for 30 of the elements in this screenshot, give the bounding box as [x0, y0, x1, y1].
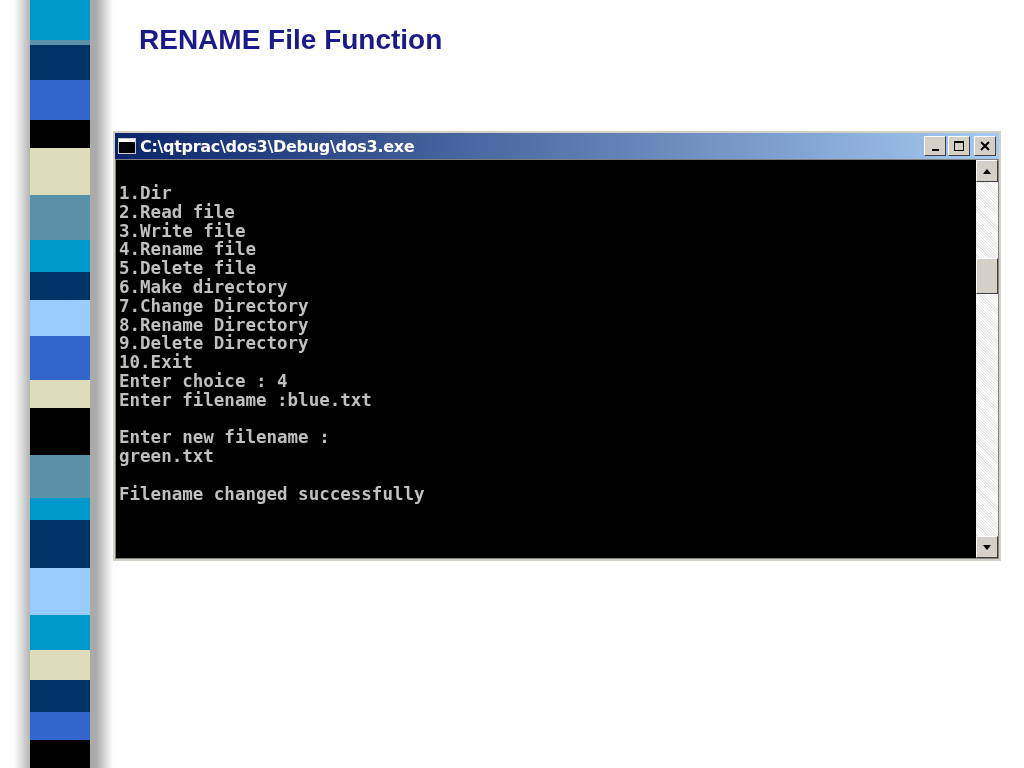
- maximize-icon: [954, 141, 964, 151]
- console-line: 7.Change Directory: [119, 296, 309, 316]
- console-icon: [118, 138, 136, 154]
- down-arrow-icon: [983, 544, 991, 550]
- scroll-up-button[interactable]: [976, 160, 998, 182]
- scrollbar[interactable]: [976, 160, 998, 558]
- scroll-down-button[interactable]: [976, 536, 998, 558]
- close-button[interactable]: [974, 136, 996, 156]
- console-line: 10.Exit: [119, 353, 193, 372]
- console-line: 2.Read file: [119, 202, 235, 222]
- scroll-thumb[interactable]: [976, 258, 998, 294]
- console-line: 5.Delete file: [119, 259, 256, 278]
- console-line: Enter choice : 4: [119, 371, 288, 391]
- console-line: Enter filename :blue.txt: [119, 390, 372, 410]
- window-title: C:\qtprac\dos3\Debug\dos3.exe: [140, 136, 416, 156]
- minimize-icon: [931, 149, 939, 151]
- console-line: 9.Delete Directory: [119, 334, 309, 354]
- console-line: 1.Dir: [119, 184, 172, 203]
- console-line: 8.Rename Directory: [119, 315, 309, 335]
- console-line: Filename changed successfully: [119, 484, 425, 504]
- up-arrow-icon: [983, 168, 991, 174]
- console-line: 6.Make directory: [119, 278, 288, 297]
- console-line: 4.Rename file: [119, 240, 256, 260]
- minimize-button[interactable]: [924, 136, 946, 156]
- close-icon: [980, 141, 990, 151]
- console-line: Enter new filename :: [119, 428, 330, 448]
- slide-title: RENAME File Function: [139, 24, 444, 56]
- console-line: green.txt: [119, 447, 214, 466]
- maximize-button[interactable]: [948, 136, 970, 156]
- console-line: 3.Write file: [119, 221, 246, 241]
